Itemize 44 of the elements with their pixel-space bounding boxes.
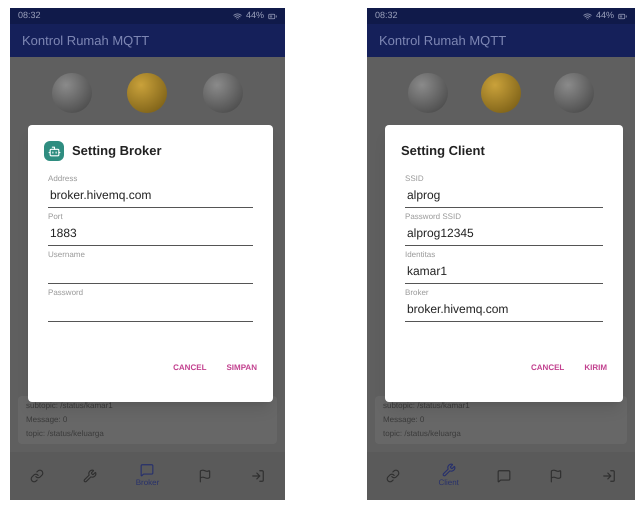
- lamp-indicator[interactable]: [480, 73, 521, 113]
- input-field[interactable]: Port 1883: [48, 211, 253, 246]
- app-title: Kontrol Rumah MQTT: [22, 32, 150, 50]
- app-title: Kontrol Rumah MQTT: [379, 32, 506, 50]
- flag-icon: [198, 469, 212, 483]
- input-field[interactable]: SSID alprog: [405, 172, 603, 208]
- dialog-button[interactable]: CANCEL: [173, 362, 206, 374]
- nav-item[interactable]: [251, 469, 266, 483]
- exit-icon: [251, 469, 266, 483]
- link-icon: [30, 469, 44, 483]
- battery-level: 44%: [246, 9, 264, 22]
- nav-item[interactable]: [82, 469, 97, 483]
- lamp-indicator[interactable]: [127, 73, 168, 113]
- battery-level: 44%: [596, 9, 614, 22]
- input-field[interactable]: Password: [48, 287, 253, 322]
- nav-item[interactable]: [30, 469, 44, 483]
- dialog-button[interactable]: KIRIM: [584, 362, 607, 374]
- nav-item[interactable]: [198, 469, 212, 483]
- dialog-title: Setting Client: [401, 142, 485, 160]
- wifi-icon: [232, 12, 242, 20]
- flag-icon: [549, 469, 564, 483]
- nav-item[interactable]: [386, 469, 400, 483]
- input-field[interactable]: Broker broker.hivemq.com: [405, 286, 603, 322]
- battery-icon: [268, 12, 277, 20]
- nav-item[interactable]: [549, 469, 564, 483]
- link-icon: [386, 469, 400, 483]
- input-field[interactable]: Username: [48, 249, 253, 284]
- dialog-title: Setting Broker: [72, 142, 162, 160]
- input-field[interactable]: Identitas kamar1: [405, 248, 603, 284]
- battery-icon: [618, 12, 627, 20]
- exit-icon: [602, 469, 616, 483]
- input-field[interactable]: Address broker.hivemq.com: [48, 173, 253, 208]
- wrench-icon: [442, 463, 456, 477]
- status-time: 08:32: [18, 9, 41, 22]
- input-field[interactable]: Password SSID alprog12345: [405, 210, 603, 246]
- dialog-button[interactable]: CANCEL: [530, 362, 564, 374]
- nav-item[interactable]: [497, 469, 512, 483]
- status-time: 08:32: [375, 9, 398, 22]
- wrench-icon: [82, 469, 97, 483]
- dialog-button[interactable]: SIMPAN: [226, 362, 257, 374]
- message-icon: [497, 469, 512, 483]
- wifi-icon: [582, 12, 592, 20]
- nav-item[interactable]: [602, 469, 616, 483]
- message-icon: [140, 463, 154, 477]
